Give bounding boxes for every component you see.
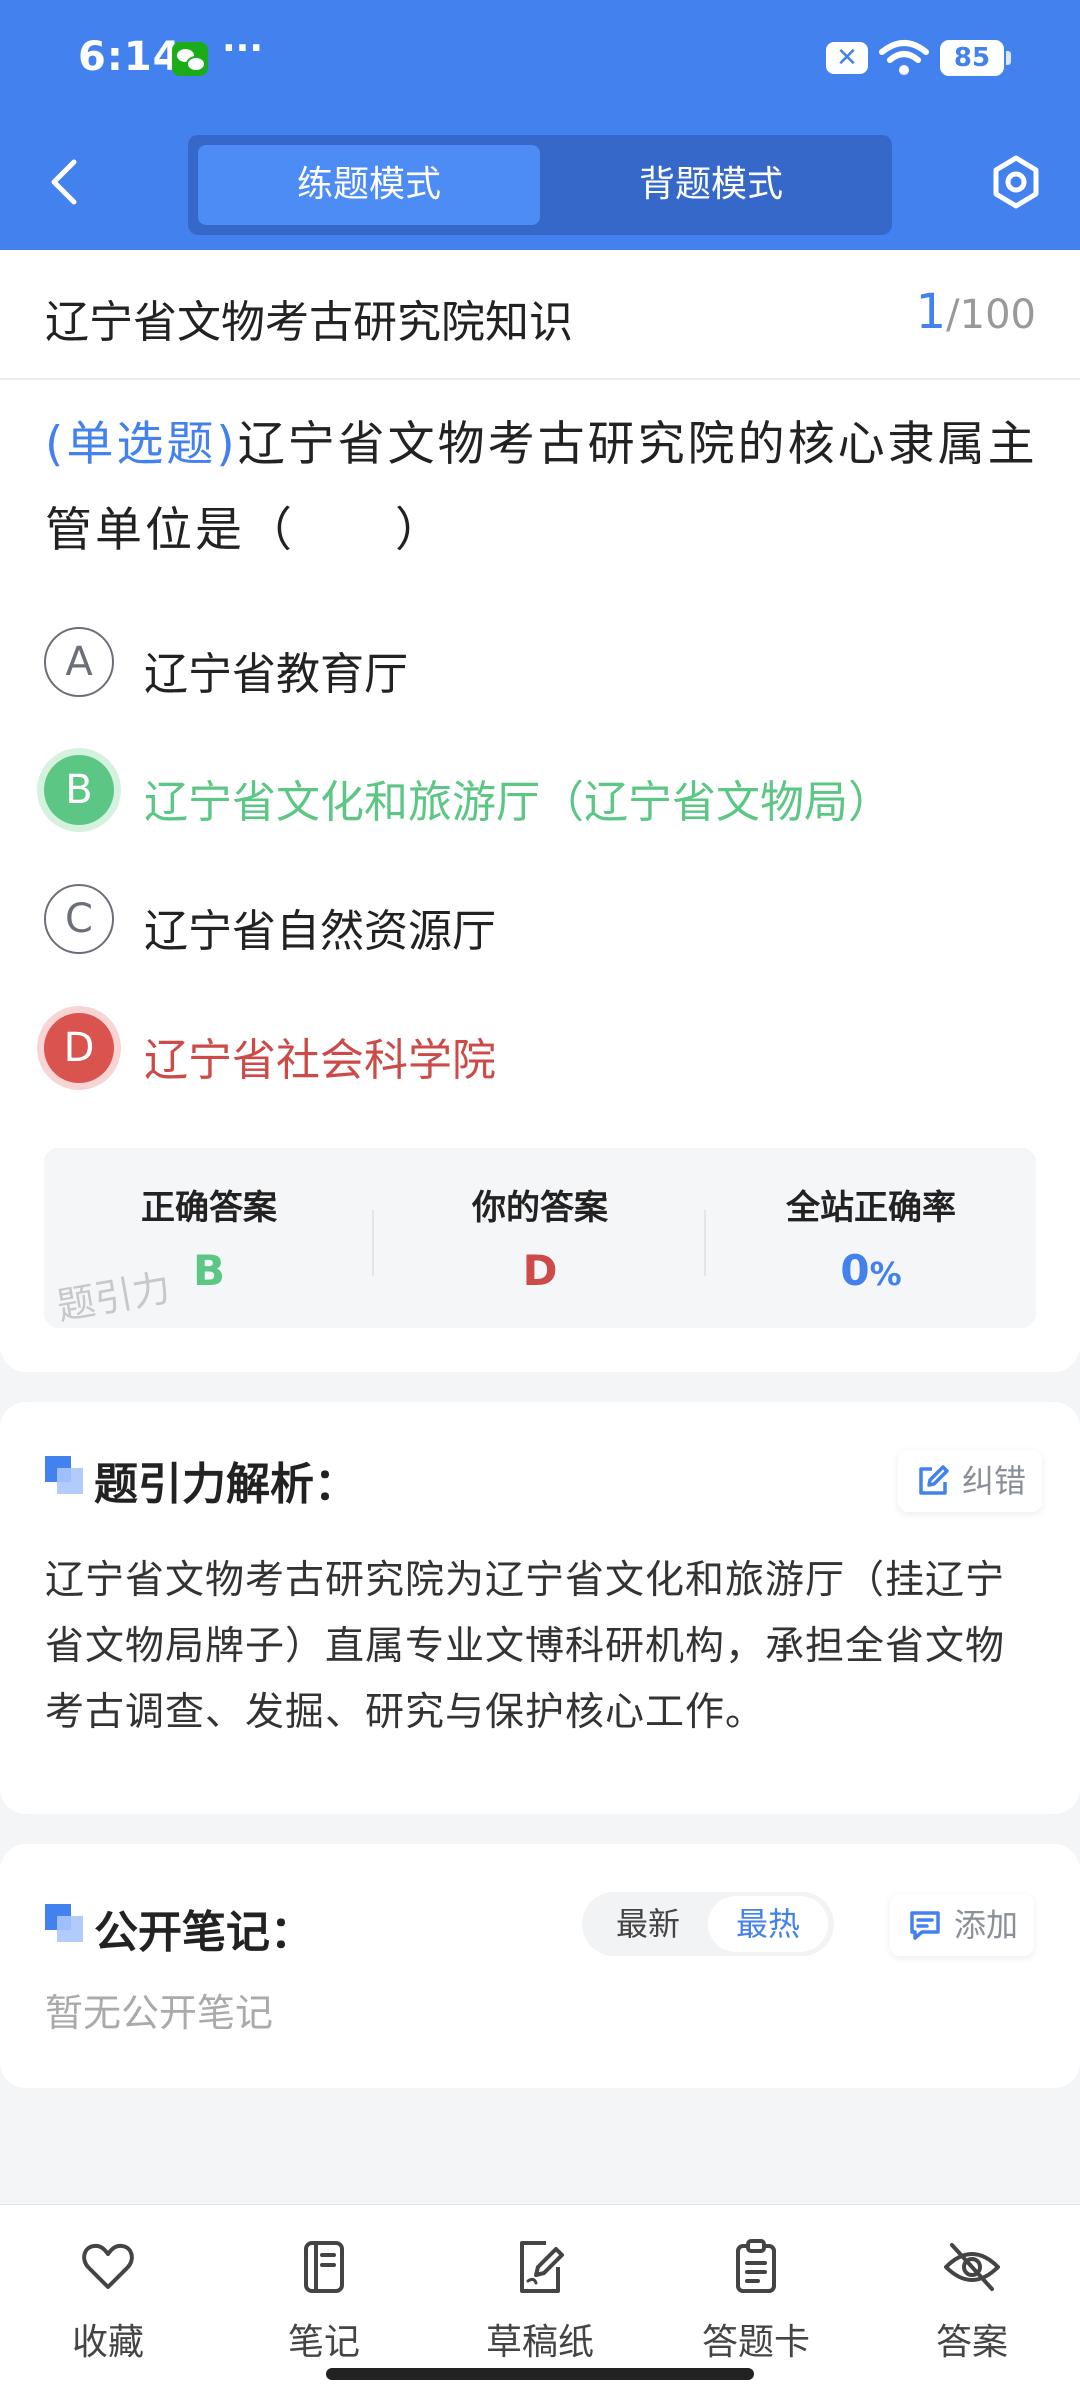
answer-result-panel: 正确答案 B 你的答案 D 全站正确率 0% 题引力 (44, 1148, 1036, 1329)
option-a[interactable]: A 辽宁省教育厅 (44, 616, 1044, 706)
app-header: 6:14 ··· ✕ 85 练题模式 背题模式 (0, 0, 1080, 250)
question-bank-header: 辽宁省文物考古研究院知识 1/100 (0, 250, 1080, 380)
current-question-number: 1 (915, 284, 947, 340)
nav-label: 答题卡 (701, 2322, 810, 2363)
sort-latest[interactable]: 最新 (588, 1896, 708, 1952)
correct-answer-label: 正确答案 (141, 1188, 277, 1228)
analysis-card: 题引力解析： 纠错 辽宁省文物考古研究院为辽宁省文化和旅游厅（挂辽宁省文物局牌子… (0, 1402, 1080, 1814)
no-sim-icon: ✕ (826, 42, 868, 74)
status-bar: 6:14 ··· ✕ 85 (0, 0, 1080, 118)
more-notifications-icon: ··· (222, 28, 264, 69)
accuracy-block: 全站正确率 0% (706, 1148, 1036, 1328)
eye-off-icon (944, 2243, 1000, 2291)
back-button[interactable] (40, 150, 88, 214)
question-progress: 1/100 (916, 284, 1036, 340)
question-stem: (单选题)辽宁省文物考古研究院的核心隶属主管单位是（ ） (45, 402, 1040, 574)
question-bank-title: 辽宁省文物考古研究院知识 (45, 297, 573, 348)
public-notes-card: 公开笔记： 最新 最热 添加 暂无公开笔记 (0, 1844, 1080, 2088)
heart-icon (82, 2243, 134, 2289)
question-card: 辽宁省文物考古研究院知识 1/100 (单选题)辽宁省文物考古研究院的核心隶属主… (0, 250, 1080, 1372)
analysis-text: 辽宁省文物考古研究院为辽宁省文化和旅游厅（挂辽宁省文物局牌子）直属专业文博科研机… (45, 1558, 1006, 1735)
option-text: 辽宁省社会科学院 (144, 1035, 496, 1086)
answer-card-icon (736, 2239, 776, 2293)
public-notes-title: 公开笔记： (94, 1907, 314, 1958)
nav-answer-card[interactable]: 答题卡 (676, 2229, 836, 2363)
your-answer-value: D (522, 1246, 558, 1295)
option-letter: B (44, 755, 114, 825)
divider (372, 1210, 374, 1276)
option-d[interactable]: D 辽宁省社会科学院 (44, 1002, 1044, 1092)
your-answer-block: 你的答案 D (375, 1148, 705, 1328)
notes-sort-toggle: 最新 最热 (582, 1892, 834, 1956)
your-answer-label: 你的答案 (472, 1188, 608, 1228)
tab-memorize-mode[interactable]: 背题模式 (540, 145, 882, 225)
option-text: 辽宁省文化和旅游厅（辽宁省文物局） (144, 777, 892, 828)
draft-icon (520, 2241, 564, 2293)
nav-label: 收藏 (71, 2322, 144, 2363)
site-accuracy-label: 全站正确率 (786, 1188, 956, 1228)
settings-icon[interactable] (988, 150, 1044, 214)
nav-notes[interactable]: 笔记 (244, 2229, 404, 2363)
option-b[interactable]: B 辽宁省文化和旅游厅（辽宁省文物局） (44, 744, 1044, 834)
nav-favorite[interactable]: 收藏 (28, 2229, 188, 2363)
notebook-icon (304, 2241, 344, 2293)
no-notes-text: 暂无公开笔记 (45, 1991, 274, 2035)
add-note-label: 添加 (954, 1906, 1019, 1944)
wifi-icon (879, 40, 929, 75)
option-text: 辽宁省自然资源厅 (144, 906, 496, 957)
nav-draft[interactable]: 草稿纸 (460, 2229, 620, 2363)
option-letter: D (44, 1013, 114, 1083)
wechat-notification-icon (172, 42, 208, 76)
report-error-label: 纠错 (962, 1462, 1027, 1500)
analysis-title: 题引力解析： (94, 1459, 358, 1510)
nav-label: 笔记 (287, 2322, 360, 2363)
option-letter: C (44, 884, 114, 954)
battery-indicator: 85 (940, 40, 1011, 76)
add-note-button[interactable]: 添加 (890, 1894, 1035, 1956)
comment-icon (910, 1911, 940, 1940)
site-accuracy-value: 0% (706, 1246, 1036, 1295)
option-c[interactable]: C 辽宁省自然资源厅 (44, 873, 1044, 963)
accuracy-unit: % (869, 1255, 902, 1293)
total-questions: /100 (946, 292, 1036, 338)
report-error-button[interactable]: 纠错 (898, 1450, 1043, 1512)
nav-answer-toggle[interactable]: 答案 (892, 2229, 1052, 2363)
section-icon (45, 1456, 83, 1494)
sort-hottest[interactable]: 最热 (708, 1896, 828, 1952)
option-letter: A (44, 627, 114, 697)
tab-practice-mode[interactable]: 练题模式 (198, 145, 540, 225)
home-indicator[interactable] (326, 2368, 754, 2380)
question-type-label: (单选题) (45, 417, 238, 472)
status-time: 6:14 (78, 34, 182, 80)
nav-label: 答案 (935, 2322, 1008, 2363)
option-text: 辽宁省教育厅 (144, 649, 408, 700)
mode-switch: 练题模式 背题模式 (188, 135, 892, 235)
accuracy-number: 0 (840, 1246, 870, 1295)
section-icon (45, 1904, 83, 1942)
nav-label: 草稿纸 (485, 2322, 594, 2363)
edit-icon (919, 1465, 949, 1495)
